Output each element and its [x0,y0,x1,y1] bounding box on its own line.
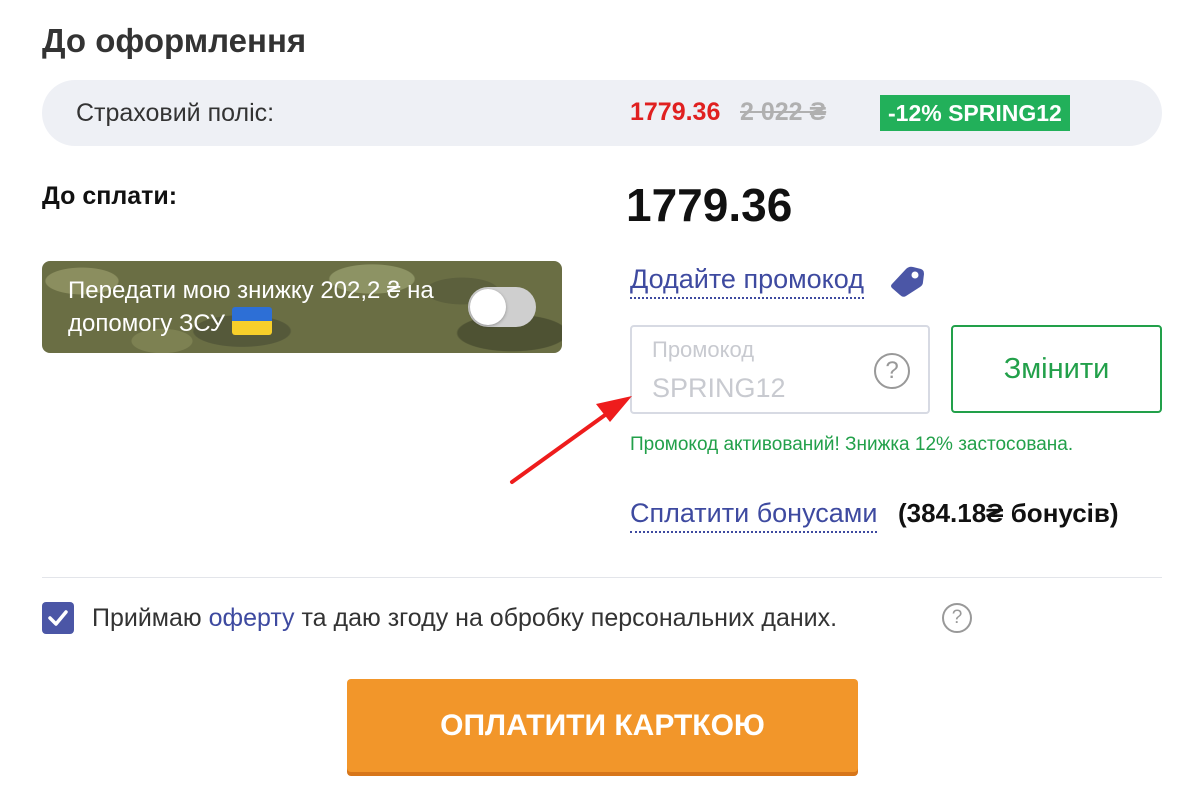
promocode-input[interactable]: Промокод SPRING12 ? [630,325,930,414]
pay-with-bonuses-link[interactable]: Сплатити бонусами [630,498,878,533]
pay-by-card-button[interactable]: ОПЛАТИТИ КАРТКОЮ [347,679,858,772]
payment-label: До сплати: [42,182,178,210]
payment-total: 1779.36 [626,179,793,231]
price-new: 1779.36 [630,98,721,126]
discount-badge: -12% SPRING12 [880,95,1070,131]
consent-text-before: Приймаю [92,604,209,632]
promocode-value[interactable]: SPRING12 [652,373,786,404]
add-promocode-link[interactable]: Додайте промокод [630,264,864,299]
consent-help-icon[interactable]: ? [942,603,972,633]
consent-text: Приймаю оферту та даю згоду на обробку п… [92,604,837,633]
zsu-donation-card: Передати мою знижку 202,2 ₴ на допомогу … [42,261,562,353]
toggle-knob [470,289,506,325]
offer-link[interactable]: оферту [209,604,295,632]
ukraine-flag-icon [231,307,272,335]
policy-label: Страховий поліс: [76,99,275,127]
zsu-donation-text: Передати мою знижку 202,2 ₴ на допомогу … [68,275,458,340]
promocode-help-icon[interactable]: ? [874,353,910,389]
arrow-annotation [510,396,632,484]
page-title: До оформлення [42,22,307,59]
policy-summary-row: Страховий поліс: 1779.36 2 022 ₴ -12% SP… [42,80,1162,146]
promocode-placeholder: Промокод [652,337,755,362]
price-old: 2 022 ₴ [740,98,827,126]
change-promocode-button[interactable]: Змінити [951,325,1162,413]
tag-icon [891,266,924,297]
zsu-donation-toggle[interactable] [468,287,536,327]
check-icon [48,610,68,626]
consent-checkbox[interactable] [42,602,74,634]
bonus-amount: (384.18₴ бонусів) [898,498,1119,528]
consent-text-after: та даю згоду на обробку персональних дан… [294,604,838,632]
section-divider [42,577,1162,578]
promocode-success-message: Промокод активований! Знижка 12% застосо… [630,434,1074,455]
